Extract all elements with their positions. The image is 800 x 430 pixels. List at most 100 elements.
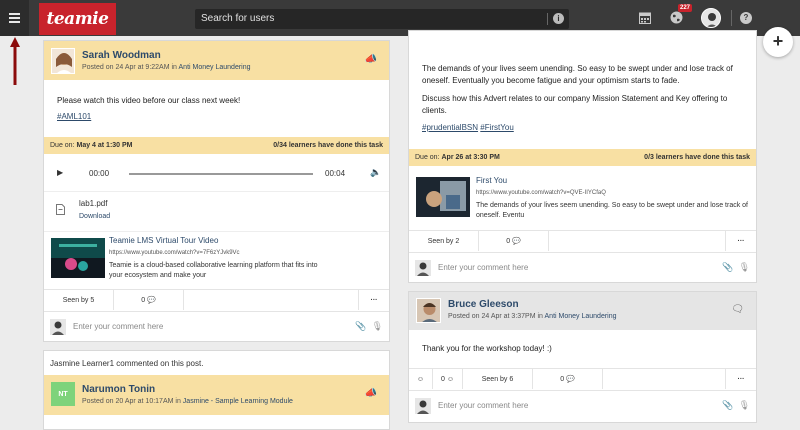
author-name[interactable]: Sarah Woodman: [82, 50, 161, 61]
post-stats-bar: Seen by 5 0 💬 ···: [44, 289, 389, 310]
post-card: Sarah Woodman Posted on 24 Apr at 9:22AM…: [43, 40, 390, 342]
post-paragraph: Discuss how this Advert relates to our c…: [422, 94, 728, 115]
author-avatar[interactable]: [51, 48, 75, 74]
microphone-icon[interactable]: 🎙: [739, 262, 750, 272]
hashtag-link[interactable]: #prudentialBSN: [422, 123, 478, 132]
author-name[interactable]: Narumon Tonin: [82, 384, 155, 395]
more-options-button[interactable]: ···: [726, 369, 756, 389]
microphone-icon[interactable]: 🎙: [739, 400, 750, 410]
post-message: Please watch this video before our class…: [57, 96, 241, 105]
post-header: Sarah Woodman Posted on 24 Apr at 9:22AM…: [44, 41, 389, 80]
hashtag-link[interactable]: #AML101: [57, 111, 91, 123]
post-meta: Posted on 24 Apr at 9:22AM in Anti Money…: [82, 64, 251, 71]
task-progress: 0/34 learners have done this task: [273, 142, 383, 149]
post-stats-bar: ☺ 0 ☺ Seen by 6 0 💬 ···: [409, 368, 756, 389]
group-link[interactable]: Jasmine - Sample Learning Module: [183, 398, 293, 405]
menu-button[interactable]: [0, 0, 29, 36]
link-url[interactable]: https://www.youtube.com/watch?v=7F6zYJvk…: [109, 250, 240, 256]
group-link[interactable]: Anti Money Laundering: [179, 64, 251, 71]
help-icon[interactable]: ?: [740, 12, 752, 24]
link-preview[interactable]: Teamie LMS Virtual Tour Video https://ww…: [44, 231, 389, 287]
comment-count-button[interactable]: 0 💬: [479, 231, 549, 251]
calendar-icon[interactable]: [639, 11, 651, 24]
emoji-button[interactable]: ☺: [409, 369, 433, 389]
download-link[interactable]: Download: [79, 213, 110, 220]
comment-box[interactable]: Enter your comment here 📎 🎙: [44, 311, 389, 341]
announcement-icon: 📣: [364, 388, 377, 399]
attach-icon[interactable]: 📎: [722, 262, 733, 272]
comment-icon: 💬: [566, 376, 575, 383]
search-divider: [547, 13, 548, 25]
hashtag-link[interactable]: #FirstYou: [480, 123, 514, 132]
info-icon[interactable]: i: [553, 13, 564, 24]
post-paragraph: The demands of your lives seem unending.…: [422, 64, 733, 85]
comment-input[interactable]: Enter your comment here: [438, 401, 528, 410]
post-stats-bar: Seen by 2 0 💬 ···: [409, 230, 756, 251]
stats-spacer: [603, 369, 726, 389]
author-avatar[interactable]: [416, 298, 441, 323]
post-header-fragment: [409, 31, 756, 45]
play-icon[interactable]: ▶: [57, 168, 63, 177]
seen-by-button[interactable]: Seen by 5: [44, 290, 114, 310]
link-title[interactable]: First You: [476, 176, 507, 185]
file-name[interactable]: lab1.pdf: [79, 199, 107, 208]
comment-tools: 📎 🎙: [355, 321, 383, 332]
search-placeholder: Search for users: [201, 13, 275, 24]
post-header: Bruce Gleeson Posted on 24 Apr at 3:37PM…: [409, 292, 756, 330]
link-title[interactable]: Teamie LMS Virtual Tour Video: [109, 236, 218, 245]
comment-count-button[interactable]: 0 💬: [114, 290, 184, 310]
author-avatar[interactable]: NT: [51, 382, 75, 406]
audio-duration: 00:04: [325, 169, 346, 178]
user-avatar[interactable]: [701, 8, 721, 28]
teamie-logo[interactable]: teamie: [39, 3, 116, 35]
arrow-annotation-icon: [10, 37, 20, 85]
post-card: Bruce Gleeson Posted on 24 Apr at 3:37PM…: [408, 291, 757, 423]
seen-by-button[interactable]: Seen by 6: [463, 369, 533, 389]
post-meta: Posted on 20 Apr at 10:17AM in Jasmine -…: [82, 398, 293, 405]
seen-by-button[interactable]: Seen by 2: [409, 231, 479, 251]
attach-icon[interactable]: 📎: [355, 321, 366, 331]
speech-bubble-icon: 🗨: [731, 304, 744, 315]
post-message: Thank you for the workshop today! :): [422, 344, 552, 353]
volume-icon[interactable]: 🔈: [370, 167, 381, 178]
attach-icon[interactable]: 📎: [722, 400, 733, 410]
comment-input[interactable]: Enter your comment here: [73, 322, 163, 331]
hashtags: #prudentialBSN #FirstYou: [422, 122, 514, 134]
comment-input[interactable]: Enter your comment here: [438, 263, 528, 272]
comment-tools: 📎 🎙: [722, 400, 750, 411]
audio-progress-track[interactable]: [129, 173, 313, 175]
attachment[interactable]: lab1.pdf Download: [44, 191, 389, 229]
group-link[interactable]: Anti Money Laundering: [545, 313, 617, 320]
reactions-count[interactable]: 0 ☺: [433, 369, 463, 389]
post-date: Posted on 24 Apr at 9:22AM in: [82, 64, 179, 71]
comment-box[interactable]: Enter your comment here 📎 🎙: [409, 390, 756, 420]
globe-icon[interactable]: [670, 11, 683, 24]
comment-count-button[interactable]: 0 💬: [533, 369, 603, 389]
link-preview[interactable]: First You https://www.youtube.com/watch?…: [409, 171, 756, 229]
hamburger-icon: [9, 13, 20, 23]
search-input[interactable]: Search for users i: [195, 9, 569, 29]
comment-tools: 📎 🎙: [722, 262, 750, 273]
create-post-button[interactable]: +: [763, 27, 793, 57]
comment-icon: 💬: [512, 238, 521, 245]
due-bar: Due on: May 4 at 1:30 PM 0/34 learners h…: [44, 137, 389, 154]
post-date: Posted on 20 Apr at 10:17AM in: [82, 398, 183, 405]
audio-current-time: 00:00: [89, 169, 110, 178]
video-thumbnail[interactable]: [51, 238, 105, 278]
commenter-avatar: [415, 259, 431, 276]
more-options-button[interactable]: ···: [359, 290, 389, 310]
file-icon: [56, 204, 65, 215]
due-date: Due on: Apr 26 at 3:30 PM: [415, 154, 500, 161]
comment-box[interactable]: Enter your comment here 📎 🎙: [409, 252, 756, 282]
comment-icon: 💬: [147, 297, 156, 304]
link-url[interactable]: https://www.youtube.com/watch?v=QVE-IIYC…: [476, 190, 606, 196]
due-bar: Due on: Apr 26 at 3:30 PM 0/3 learners h…: [409, 149, 756, 166]
announcement-icon: 📣: [364, 54, 377, 65]
video-thumbnail[interactable]: [416, 177, 470, 217]
author-name[interactable]: Bruce Gleeson: [448, 299, 519, 310]
due-date: Due on: May 4 at 1:30 PM: [50, 142, 133, 149]
commenter-avatar: [50, 318, 66, 335]
notification-badge: 227: [678, 4, 693, 12]
microphone-icon[interactable]: 🎙: [372, 321, 383, 331]
more-options-button[interactable]: ···: [726, 231, 756, 251]
